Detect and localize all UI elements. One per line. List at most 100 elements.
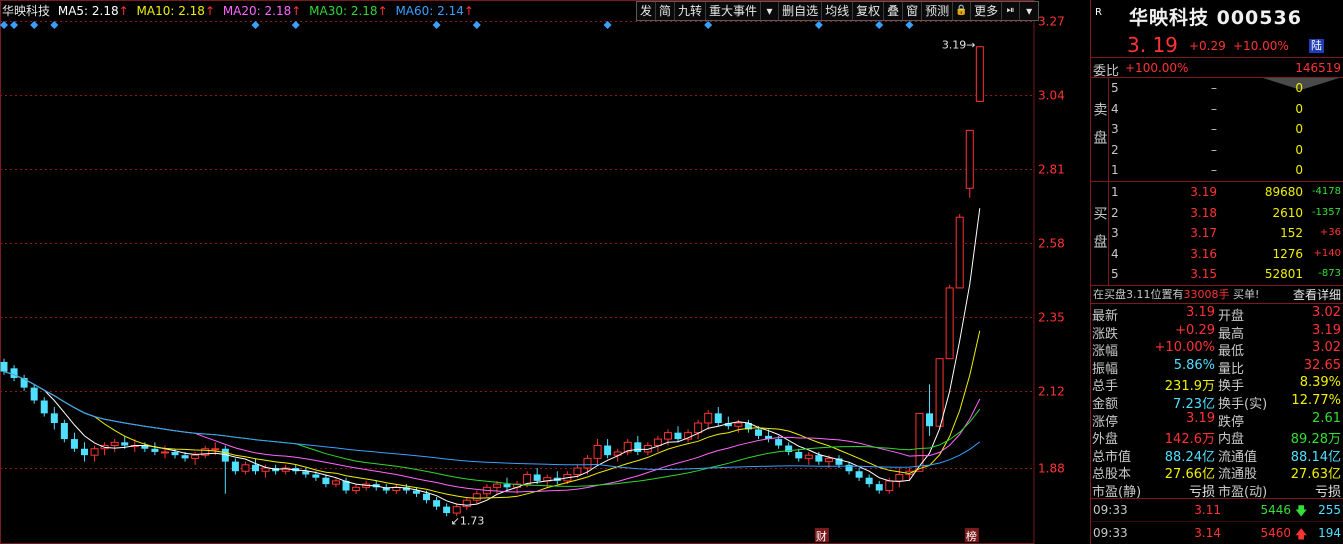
stats-row: 总手 231.9万 换手 8.39% bbox=[1091, 374, 1343, 394]
toolbar-forecast-button[interactable]: 预测 bbox=[922, 2, 954, 20]
kline-chart[interactable]: 3.27 3.04 2.81 2.58 2.35 2.12 1.88 3.19→ ↙1.73 财 榜… bbox=[0, 0, 1090, 544]
toolbar-fa-button[interactable]: 发 bbox=[637, 2, 657, 20]
sell-row[interactable]: 3 – 0 bbox=[1091, 119, 1343, 140]
buy-level: 2 bbox=[1111, 205, 1119, 220]
candle-body bbox=[241, 464, 250, 472]
buy-row[interactable]: 4 3.16 1276 +140 bbox=[1091, 244, 1343, 265]
ma10-label: MA10: 2.18 bbox=[136, 4, 205, 18]
notice-text: 在买盘3.11位置有 bbox=[1093, 288, 1184, 301]
sell-price: – bbox=[1211, 163, 1217, 178]
candle-body bbox=[795, 451, 803, 459]
up-arrow-icon: ↑ bbox=[118, 4, 129, 18]
candle-body bbox=[90, 448, 99, 456]
tick-price: 3.11 bbox=[1194, 502, 1221, 517]
sell-row[interactable]: 1 – 0 bbox=[1091, 160, 1343, 181]
playback-icon[interactable]: ⏯ bbox=[1002, 2, 1021, 20]
candle-body bbox=[674, 432, 682, 440]
order-notice[interactable]: 在买盘3.11位置有33008手 买单! 查看详细 bbox=[1091, 286, 1343, 304]
sell-price: – bbox=[1211, 101, 1217, 116]
stat-value: 12.77% bbox=[1291, 392, 1341, 408]
toolbar-major-events-button[interactable]: 重大事件 bbox=[706, 2, 762, 20]
stat-value: 3.02 bbox=[1312, 340, 1341, 356]
stat-value: 3.19 bbox=[1186, 305, 1215, 320]
order-ratio-label: 委比 bbox=[1093, 64, 1120, 79]
ma30-line bbox=[3, 371, 981, 487]
kline-svg[interactable]: 3.27 3.04 2.81 2.58 2.35 2.12 1.88 3.19→ ↙1.73 财 榜 bbox=[0, 0, 1090, 544]
up-arrow-icon: 🡅 bbox=[1295, 526, 1308, 541]
view-details-link[interactable]: 查看详细 bbox=[1293, 286, 1341, 304]
buy-volume-change: +36 bbox=[1319, 227, 1341, 239]
order-ratio-value: 146519 bbox=[1295, 61, 1341, 75]
buy-price: 3.17 bbox=[1190, 226, 1217, 241]
buy-book: 买盘 1 3.19 89680 -4178 2 3.18 2610 -1357 3 3.17 152… bbox=[1091, 182, 1343, 286]
ma5-line bbox=[3, 208, 981, 506]
sell-level: 5 bbox=[1111, 81, 1119, 95]
toolbar-overlay-button[interactable]: 叠 bbox=[884, 2, 904, 20]
buy-row[interactable]: 3 3.17 152 +36 bbox=[1091, 223, 1343, 244]
buy-volume: 2610 bbox=[1272, 205, 1303, 220]
toolbar-ma-button[interactable]: 均线 bbox=[822, 2, 854, 20]
sell-row[interactable]: 2 – 0 bbox=[1091, 140, 1343, 161]
candle-body bbox=[714, 413, 722, 424]
toolbar-jiuzhuan-button[interactable]: 九转 bbox=[675, 2, 707, 20]
candle-body bbox=[583, 457, 592, 469]
candle-body bbox=[926, 413, 934, 427]
candle-body bbox=[423, 493, 431, 501]
stat-label: 市盈(静) bbox=[1092, 484, 1142, 500]
y-tick-label: 3.27 bbox=[1038, 15, 1065, 29]
dropdown-icon[interactable]: ▾ bbox=[761, 2, 780, 20]
buy-row[interactable]: 2 3.18 2610 -1357 bbox=[1091, 203, 1343, 224]
toolbar-remove-watchlist-button[interactable]: 删自选 bbox=[779, 2, 823, 20]
order-ratio-pct: +100.00% bbox=[1125, 61, 1189, 75]
event-diamond-icon bbox=[291, 21, 300, 29]
y-tick-label: 2.12 bbox=[1038, 385, 1065, 399]
stats-row: 振幅 5.86% 量比 32.65 bbox=[1091, 357, 1343, 377]
tick-row[interactable]: 09:33 3.14 5460 🡅 194 bbox=[1091, 522, 1343, 544]
candle-body bbox=[191, 454, 200, 459]
event-diamond-icon bbox=[251, 21, 260, 29]
dropdown-icon[interactable]: ▾ bbox=[1020, 2, 1038, 20]
sell-row[interactable]: 5 – 0 bbox=[1091, 78, 1343, 99]
candle-body bbox=[181, 455, 189, 459]
up-arrow-icon: ↑ bbox=[291, 4, 302, 18]
candle-body bbox=[70, 439, 78, 449]
toolbar-more-button[interactable]: 更多 bbox=[971, 2, 1003, 20]
toolbar-window-button[interactable]: 窗 bbox=[903, 2, 923, 20]
candle-body bbox=[50, 413, 58, 424]
y-tick-label: 2.58 bbox=[1038, 237, 1065, 251]
candle-body bbox=[975, 46, 984, 102]
candle-body bbox=[472, 493, 481, 501]
ma60-label: MA60: 2.14 bbox=[395, 4, 464, 18]
stat-value: 2.61 bbox=[1312, 410, 1341, 426]
candle-body bbox=[151, 448, 159, 452]
candle-body bbox=[252, 464, 259, 472]
tick-count: 194 bbox=[1318, 525, 1341, 540]
stat-value: +0.29 bbox=[1175, 322, 1215, 338]
sell-row[interactable]: 4 – 0 bbox=[1091, 99, 1343, 120]
tick-time: 09:33 bbox=[1093, 502, 1128, 517]
order-ratio-row: 委比 +100.00% 146519 bbox=[1091, 58, 1343, 79]
y-tick-label: 3.04 bbox=[1038, 89, 1065, 103]
lock-icon[interactable]: 🔒 bbox=[953, 2, 972, 20]
candle-body bbox=[443, 506, 451, 514]
toolbar-jian-button[interactable]: 简 bbox=[656, 2, 676, 20]
stat-value: 亏损 bbox=[1188, 484, 1215, 500]
event-diamond-icon bbox=[814, 21, 823, 29]
candle-body bbox=[171, 451, 179, 456]
candle-body bbox=[40, 400, 48, 414]
toolbar-adjust-button[interactable]: 复权 bbox=[853, 2, 885, 20]
y-tick-label: 2.35 bbox=[1038, 311, 1065, 325]
buy-price: 3.15 bbox=[1190, 267, 1217, 282]
buy-row[interactable]: 1 3.19 89680 -4178 bbox=[1091, 182, 1343, 203]
stats-row: 涨跌 +0.29 最高 3.19 bbox=[1091, 322, 1343, 342]
event-diamond-icon bbox=[0, 21, 8, 29]
candle-body bbox=[593, 445, 602, 459]
lu-badge[interactable]: 陆 bbox=[1309, 39, 1324, 53]
stat-value: 32.65 bbox=[1303, 357, 1341, 373]
candle-body bbox=[865, 477, 873, 485]
buy-row[interactable]: 5 3.15 52801 -873 bbox=[1091, 264, 1343, 285]
sell-price: – bbox=[1211, 81, 1217, 95]
candle-body bbox=[824, 457, 833, 463]
tick-row[interactable]: 09:33 3.11 5446 🡇 255 bbox=[1091, 499, 1343, 522]
candle-body bbox=[160, 451, 169, 454]
